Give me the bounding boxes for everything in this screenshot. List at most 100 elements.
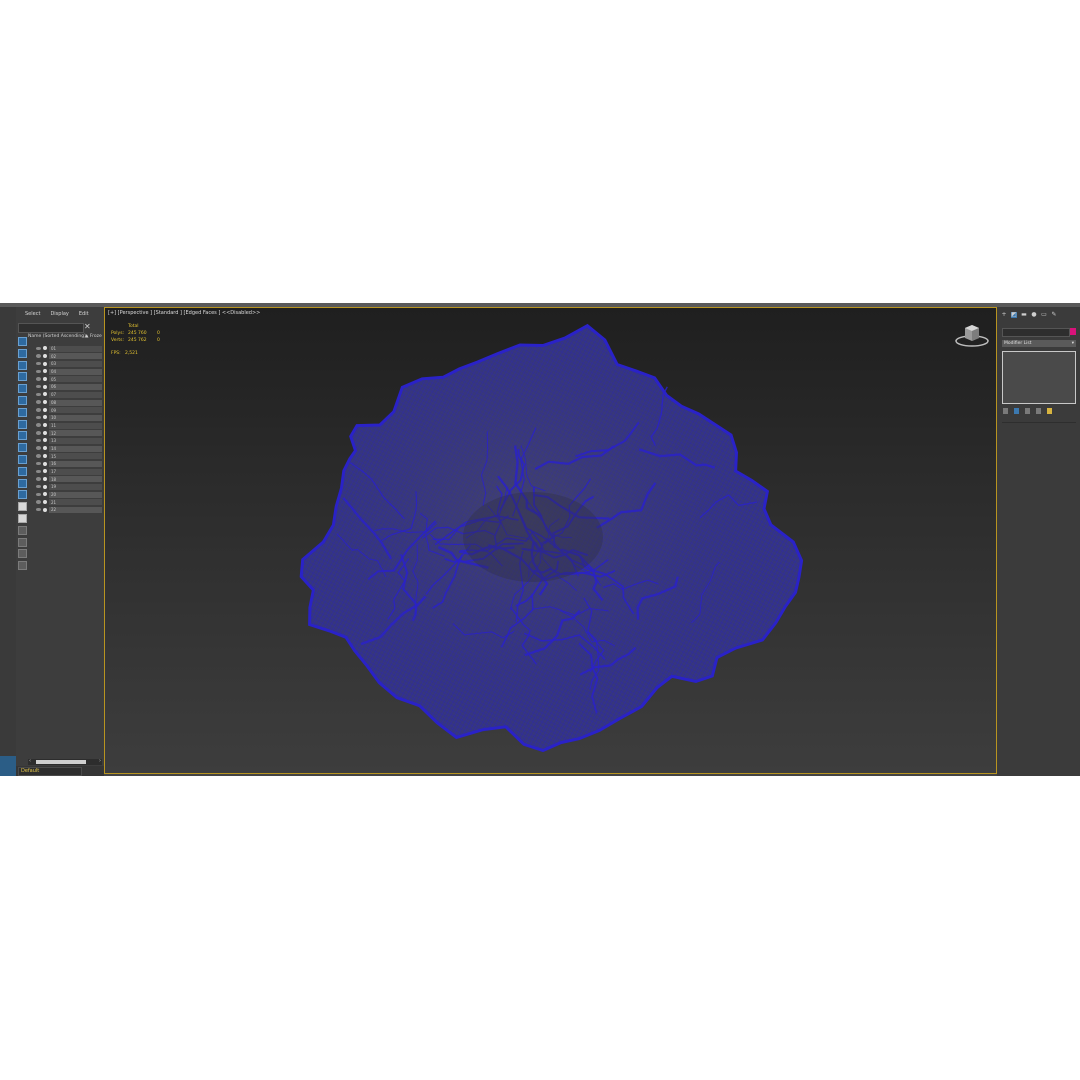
object-color-swatch[interactable]: [1070, 328, 1076, 335]
viewcube-icon[interactable]: [954, 322, 990, 348]
render-icon[interactable]: [43, 492, 47, 497]
eye-icon[interactable]: [36, 392, 41, 397]
list-item[interactable]: 13: [36, 437, 102, 445]
horizontal-scrollbar[interactable]: ‹ ›: [28, 758, 102, 765]
render-icon[interactable]: [43, 461, 47, 466]
menu-edit[interactable]: Edit: [74, 307, 94, 321]
eye-icon[interactable]: [36, 415, 41, 420]
utilities-tab-icon[interactable]: ✎: [1051, 312, 1057, 318]
menu-select[interactable]: Select: [20, 307, 45, 321]
funnel-icon[interactable]: [18, 549, 27, 559]
list-item[interactable]: 12: [36, 430, 102, 438]
display-frozen-icon[interactable]: [18, 466, 27, 476]
column-frozen-header[interactable]: ▲ Froze: [85, 334, 102, 339]
eye-icon[interactable]: [36, 484, 41, 489]
modifier-list-dropdown[interactable]: Modifier List ▾: [1002, 340, 1076, 347]
display-spacewarps-icon[interactable]: [18, 407, 27, 417]
list-item[interactable]: 22: [36, 506, 102, 514]
eye-icon[interactable]: [36, 377, 41, 381]
eye-icon[interactable]: [36, 408, 41, 412]
render-icon[interactable]: [43, 484, 47, 489]
scroll-right-icon[interactable]: ›: [99, 758, 101, 764]
perspective-viewport[interactable]: [+] [Perspective ] [Standard ] [Edged Fa…: [104, 307, 997, 774]
display-invert-icon[interactable]: [18, 513, 27, 523]
list-item[interactable]: 06: [36, 383, 102, 391]
render-icon[interactable]: [43, 415, 47, 420]
eye-icon[interactable]: [36, 492, 41, 497]
eye-icon[interactable]: [36, 423, 41, 427]
render-icon[interactable]: [43, 361, 47, 366]
render-icon[interactable]: [43, 392, 47, 397]
eye-icon[interactable]: [36, 446, 41, 450]
eye-icon[interactable]: [36, 507, 41, 512]
viewport-layout-button[interactable]: [0, 756, 16, 776]
display-geometry-icon[interactable]: [18, 348, 27, 358]
list-item[interactable]: 17: [36, 468, 102, 476]
create-tab-icon[interactable]: +: [1001, 312, 1007, 318]
make-unique-icon[interactable]: [1025, 408, 1030, 414]
eye-icon[interactable]: [36, 400, 41, 404]
list-item[interactable]: 09: [36, 407, 102, 415]
list-item[interactable]: 08: [36, 399, 102, 407]
eye-icon[interactable]: [36, 354, 41, 358]
current-layer-dropdown[interactable]: Default: [18, 767, 82, 776]
modify-tab-icon[interactable]: ◩: [1011, 312, 1017, 318]
display-helpers-icon[interactable]: [18, 395, 27, 405]
eye-icon[interactable]: [36, 477, 41, 481]
render-icon[interactable]: [43, 407, 47, 412]
column-name-header[interactable]: Name (Sorted Ascending): [28, 334, 86, 339]
render-icon[interactable]: [43, 499, 47, 504]
viewport-label[interactable]: [+] [Perspective ] [Standard ] [Edged Fa…: [108, 310, 260, 316]
options-icon[interactable]: [18, 561, 27, 571]
render-icon[interactable]: [43, 453, 47, 458]
render-icon[interactable]: [43, 430, 47, 435]
list-item[interactable]: 15: [36, 453, 102, 461]
pin-stack-icon[interactable]: [1003, 408, 1008, 414]
render-icon[interactable]: [43, 469, 47, 474]
eye-icon[interactable]: [36, 454, 41, 458]
eye-icon[interactable]: [36, 438, 41, 443]
render-icon[interactable]: [43, 376, 47, 381]
display-tab-icon[interactable]: ▭: [1041, 312, 1047, 318]
list-item[interactable]: 11: [36, 422, 102, 430]
render-icon[interactable]: [43, 476, 47, 481]
render-icon[interactable]: [43, 400, 47, 404]
display-hidden-icon[interactable]: [18, 478, 27, 488]
list-item[interactable]: 21: [36, 499, 102, 507]
list-item[interactable]: 04: [36, 368, 102, 376]
list-item[interactable]: 18: [36, 476, 102, 484]
eye-icon[interactable]: [36, 361, 41, 366]
list-item[interactable]: 05: [36, 376, 102, 384]
close-icon[interactable]: ✕: [84, 321, 91, 333]
display-cameras-icon[interactable]: [18, 384, 27, 394]
filter-icon[interactable]: [18, 537, 27, 547]
scroll-left-icon[interactable]: ‹: [29, 758, 31, 764]
eye-icon[interactable]: [36, 346, 41, 350]
list-item[interactable]: 02: [36, 353, 102, 361]
list-item[interactable]: 16: [36, 460, 102, 468]
eye-icon[interactable]: [36, 500, 41, 504]
list-item[interactable]: 01: [36, 345, 102, 353]
object-name-field[interactable]: [1002, 328, 1070, 337]
render-icon[interactable]: [43, 369, 47, 374]
hierarchy-tab-icon[interactable]: ▬: [1021, 312, 1027, 318]
render-icon[interactable]: [43, 438, 47, 443]
display-children-icon[interactable]: [18, 490, 27, 500]
remove-modifier-icon[interactable]: [1036, 408, 1041, 414]
eye-icon[interactable]: [36, 431, 41, 435]
list-item[interactable]: 07: [36, 391, 102, 399]
display-all-icon[interactable]: [18, 337, 27, 346]
display-groups-icon[interactable]: [18, 419, 27, 429]
list-item[interactable]: 19: [36, 483, 102, 491]
render-icon[interactable]: [43, 423, 47, 428]
show-end-result-icon[interactable]: [1014, 408, 1019, 414]
modifier-stack[interactable]: [1002, 351, 1076, 404]
list-item[interactable]: 10: [36, 414, 102, 422]
eye-icon[interactable]: [36, 469, 41, 473]
list-item[interactable]: 14: [36, 445, 102, 453]
sync-selection-icon[interactable]: [18, 525, 27, 535]
list-item[interactable]: 03: [36, 360, 102, 368]
display-xrefs-icon[interactable]: [18, 431, 27, 441]
render-icon[interactable]: [43, 384, 47, 389]
display-bones-icon[interactable]: [18, 443, 27, 453]
